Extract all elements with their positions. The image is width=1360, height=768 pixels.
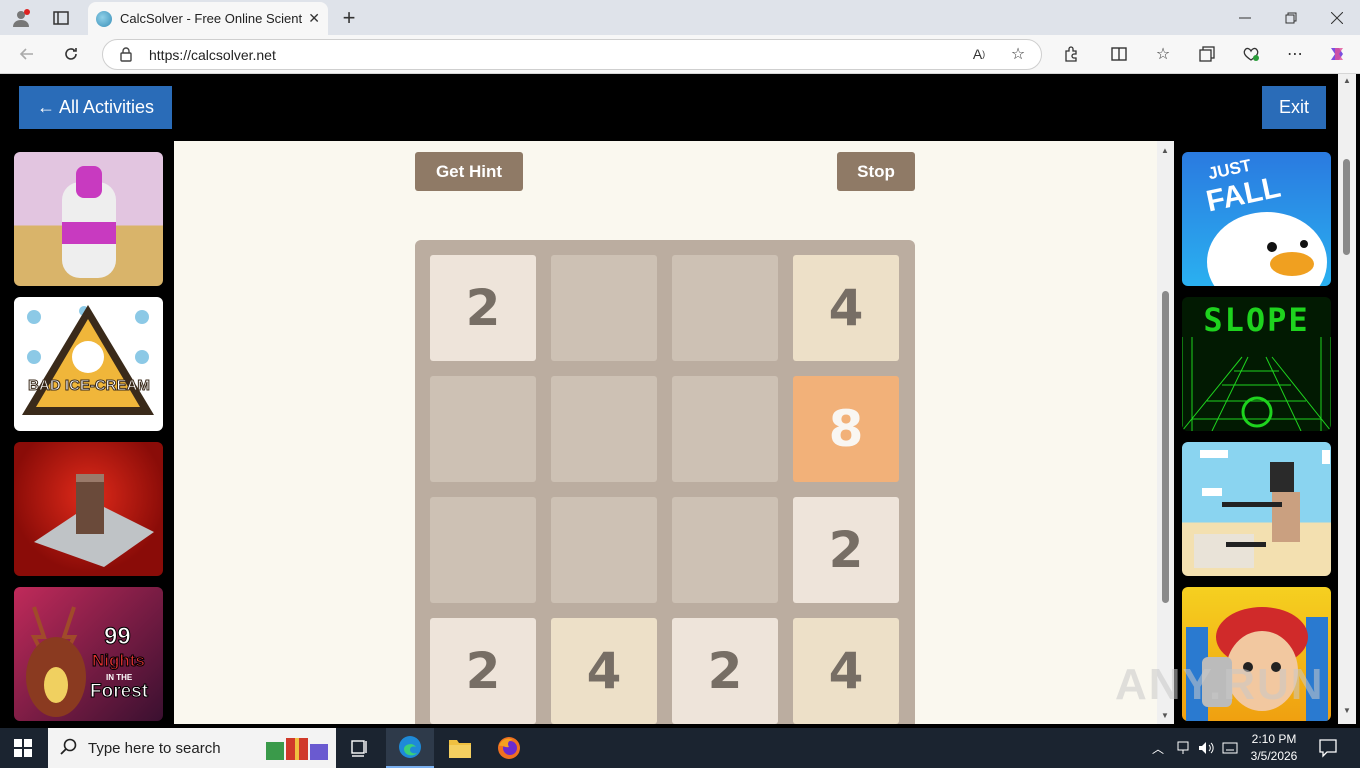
restore-icon[interactable] [1280,7,1302,29]
page-scroll-up-icon[interactable]: ▲ [1343,76,1351,85]
scroll-down-icon[interactable]: ▼ [1161,711,1169,720]
empty-cell [672,497,778,603]
empty-cell [430,497,536,603]
all-activities-button[interactable]: ← All Activities [19,86,172,129]
minimize-icon[interactable] [1234,7,1256,29]
read-aloud-icon[interactable]: A) [968,43,990,65]
game-thumbnail-block[interactable] [14,442,163,576]
game-area: Get Hint Stop 24822424 [174,141,1157,724]
browser-essentials-icon[interactable] [1240,43,1262,65]
get-hint-button[interactable]: Get Hint [415,152,523,191]
empty-cell [551,255,657,361]
split-screen-icon[interactable] [1108,43,1130,65]
browser-tab-bar: CalcSolver - Free Online Scientific ✕ + [0,0,1360,35]
web-page: ← All Activities Exit BAD ICE-CREAM 99 N… [4,74,1356,724]
game-tile: 4 [793,255,899,361]
game-tile: 2 [672,618,778,724]
game-tile: 2 [793,497,899,603]
right-game-thumbnails: JUST FALL SLOPE [1182,152,1332,724]
back-icon[interactable] [16,43,38,65]
close-window-icon[interactable] [1326,7,1348,29]
taskbar-edge-button[interactable] [386,728,434,768]
exit-button[interactable]: Exit [1262,86,1326,129]
game-thumbnail-99-nights[interactable]: 99 Nights IN THE Forest [14,587,163,721]
thumb-title-1: 99 [104,623,132,651]
game-scrollbar[interactable]: ▲ ▼ [1157,141,1174,724]
new-tab-icon[interactable]: + [338,5,360,30]
stop-button[interactable]: Stop [837,152,915,191]
search-placeholder: Type here to search [88,739,221,757]
close-tab-icon[interactable]: ✕ [308,10,320,27]
windows-taskbar: Type here to search ︿ 2:10 PM 3/5/2026 [0,728,1360,768]
watermark: ANY.RUN [1115,660,1325,709]
game-thumbnail-slope[interactable]: SLOPE [1182,297,1331,431]
firefox-icon[interactable] [497,736,521,765]
url-text: https://calcsolver.net [149,46,276,63]
game-tile: 8 [793,376,899,482]
thumb-title-2: Nights [92,651,146,671]
favorite-star-icon[interactable]: ☆ [1007,43,1029,65]
scroll-up-icon[interactable]: ▲ [1161,146,1169,155]
game-thumbnail-shooter[interactable] [1182,442,1331,576]
empty-cell [430,376,536,482]
tab-actions-icon[interactable] [50,7,72,29]
taskbar-clock[interactable]: 2:10 PM 3/5/2026 [1242,731,1306,765]
profile-icon[interactable] [10,7,32,29]
volume-icon[interactable] [1198,740,1214,761]
empty-cell [672,376,778,482]
more-menu-icon[interactable]: ⋯ [1284,43,1306,65]
edge-icon [399,736,421,758]
game-tile: 4 [551,618,657,724]
empty-cell [551,497,657,603]
copilot-icon[interactable] [1326,43,1348,65]
network-icon[interactable] [1176,740,1190,761]
url-field[interactable]: https://calcsolver.net [102,39,1042,70]
file-explorer-icon[interactable] [448,737,472,764]
left-game-thumbnails: BAD ICE-CREAM 99 Nights IN THE Forest [14,152,164,724]
show-hidden-icons-icon[interactable]: ︿ [1152,740,1164,757]
taskbar-search-box[interactable]: Type here to search [48,728,336,768]
game-thumbnail-bad-ice-cream[interactable]: BAD ICE-CREAM [14,297,163,431]
collections-icon[interactable] [1196,43,1218,65]
search-icon [60,738,78,760]
clock-date: 3/5/2026 [1250,749,1298,763]
page-scrollbar-thumb[interactable] [1343,159,1350,255]
lock-icon[interactable] [119,46,133,65]
game-scrollbar-thumb[interactable] [1162,291,1169,603]
clock-time: 2:10 PM [1251,732,1297,746]
thumb-title: BAD ICE-CREAM [28,377,151,395]
game-board[interactable]: 24822424 [415,240,915,724]
game-tile: 2 [430,618,536,724]
empty-cell [672,255,778,361]
game-thumbnail-bottle[interactable] [14,152,163,286]
windows-start-icon[interactable] [14,739,32,762]
notifications-icon[interactable] [1318,738,1338,763]
thumb-title: SLOPE [1203,301,1310,339]
browser-tab[interactable]: CalcSolver - Free Online Scientific ✕ [88,2,328,35]
refresh-icon[interactable] [60,43,82,65]
favorites-icon[interactable]: ☆ [1152,43,1174,65]
address-bar-row: https://calcsolver.net A) ☆ ☆ ⋯ [0,35,1360,74]
task-view-icon[interactable] [350,738,370,763]
page-scrollbar[interactable]: ▲ ▼ [1338,74,1356,724]
game-tile: 2 [430,255,536,361]
tab-title: CalcSolver - Free Online Scientific [120,11,303,26]
activity-top-bar: ← All Activities Exit [4,74,1356,141]
game-tile: 4 [793,618,899,724]
page-scroll-down-icon[interactable]: ▼ [1343,706,1351,715]
search-highlight-gifts-icon [264,734,332,766]
site-favicon-icon [96,10,112,27]
game-thumbnail-just-fall[interactable]: JUST FALL [1182,152,1331,286]
thumb-title-4: Forest [89,681,149,703]
extensions-icon[interactable] [1060,43,1082,65]
empty-cell [551,376,657,482]
input-method-icon[interactable] [1222,740,1238,761]
